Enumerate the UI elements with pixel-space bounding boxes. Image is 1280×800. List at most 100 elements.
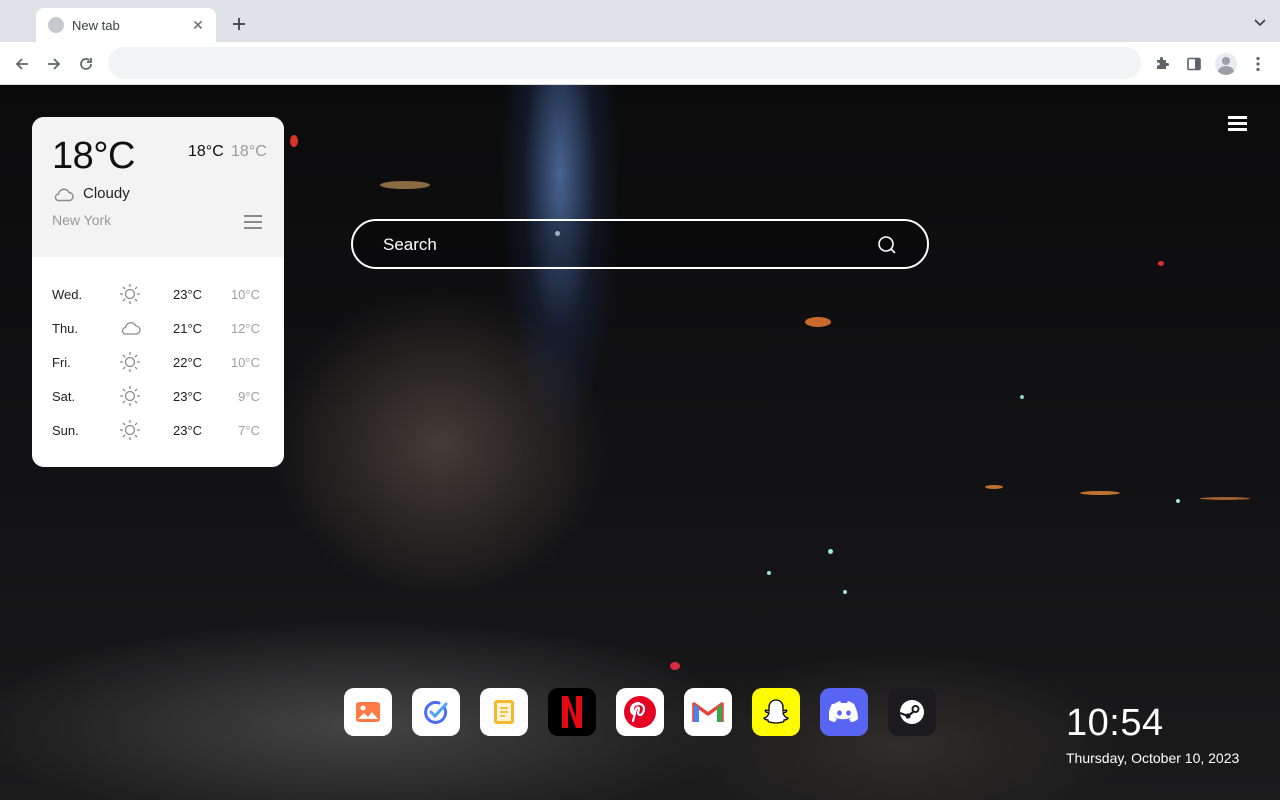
bg-light [670, 662, 680, 670]
new-tab-page: 18°C 18°C 18°C Cloudy New York Wed. 23°C… [0, 85, 1280, 800]
forecast-low: 9°C [238, 389, 260, 404]
forecast-row: Sun. 23°C 7°C [32, 413, 284, 447]
tab-strip: New tab ✕ [0, 0, 1280, 42]
dock-app-notes[interactable] [480, 688, 528, 736]
plus-icon [233, 18, 245, 30]
weather-current-panel: 18°C 18°C 18°C Cloudy New York [32, 117, 284, 257]
app-dock [344, 688, 956, 736]
tab-new-tab[interactable]: New tab ✕ [36, 8, 216, 42]
forward-button[interactable] [42, 52, 66, 76]
clock-time: 10:54 [1066, 702, 1164, 744]
side-panel-button[interactable] [1182, 52, 1206, 76]
forecast-day: Sun. [52, 423, 79, 438]
check-icon [424, 700, 448, 724]
gmail-icon [692, 702, 724, 722]
puzzle-icon [1157, 57, 1169, 69]
dock-app-discord[interactable] [820, 688, 868, 736]
profile-button[interactable] [1214, 52, 1238, 76]
dock-app-steam[interactable] [888, 688, 936, 736]
forecast-high: 21°C [173, 321, 203, 336]
tab-close-icon[interactable]: ✕ [190, 17, 206, 33]
forecast-low: 10°C [230, 287, 260, 302]
side-panel-icon [1187, 57, 1201, 71]
forecast-high: 23°C [173, 389, 203, 404]
forecast-high: 23°C [173, 287, 203, 302]
address-bar[interactable] [108, 47, 1141, 79]
image-icon [356, 702, 380, 722]
sun-icon [120, 386, 140, 406]
menu-line [1228, 122, 1247, 125]
dock-app-pinterest[interactable] [616, 688, 664, 736]
bg-light [1020, 395, 1024, 399]
forecast-row: Thu. 21°C 12°C [32, 311, 284, 345]
weather-forecast-list: Wed. 23°C 10°C Thu. 21°C 12°C Fri. 22°C … [32, 277, 284, 447]
weather-widget[interactable]: 18°C 18°C 18°C Cloudy New York Wed. 23°C… [32, 117, 284, 467]
dock-app-netflix[interactable] [548, 688, 596, 736]
forecast-row: Fri. 22°C 10°C [32, 345, 284, 379]
arrow-left-icon [15, 58, 28, 70]
sun-icon [120, 284, 140, 304]
bg-light [828, 549, 833, 554]
dock-app-gmail[interactable] [684, 688, 732, 736]
forecast-high: 22°C [173, 355, 203, 370]
pinterest-icon [624, 696, 656, 728]
dock-app-checkmark[interactable] [412, 688, 460, 736]
dock-app-photos[interactable] [344, 688, 392, 736]
weather-condition: Cloudy [52, 185, 130, 202]
cloud-icon [54, 188, 74, 201]
extensions-button[interactable] [1150, 52, 1174, 76]
sun-icon [120, 352, 140, 372]
clock-date: Thursday, October 10, 2023 [1066, 750, 1240, 766]
forecast-high: 23°C [173, 423, 203, 438]
tab-title: New tab [72, 17, 120, 33]
browser-menu-button[interactable] [1246, 52, 1270, 76]
sun-icon [120, 420, 140, 440]
forecast-row: Wed. 23°C 10°C [32, 277, 284, 311]
back-button[interactable] [10, 52, 34, 76]
browser-toolbar [0, 42, 1280, 85]
dock-app-snapchat[interactable] [752, 688, 800, 736]
bg-light [985, 485, 1003, 489]
search-input[interactable]: Search [351, 219, 929, 269]
bg-light [1080, 491, 1120, 495]
forecast-low: 10°C [230, 355, 260, 370]
reload-button[interactable] [74, 52, 98, 76]
reload-icon [80, 58, 92, 70]
steam-icon [899, 700, 924, 724]
chevron-down-icon [1254, 19, 1266, 27]
current-temperature: 18°C [52, 135, 135, 177]
arrow-right-icon [48, 58, 61, 70]
cloud-icon [121, 322, 141, 335]
city-name: New York [52, 212, 112, 228]
bg-light [843, 590, 847, 594]
bg-light [1200, 497, 1250, 500]
notes-icon [494, 700, 514, 724]
bg-light [805, 317, 831, 327]
discord-icon [829, 701, 858, 722]
tab-search-button[interactable] [1252, 15, 1268, 31]
forecast-low: 7°C [238, 423, 260, 438]
today-low-temperature: 18°C [231, 143, 267, 160]
forecast-row: Sat. 23°C 9°C [32, 379, 284, 413]
today-high-temperature: 18°C [188, 143, 224, 160]
forecast-day: Wed. [52, 287, 83, 302]
forecast-day: Sat. [52, 389, 76, 404]
forecast-low: 12°C [230, 321, 260, 336]
new-tab-button[interactable] [228, 13, 250, 35]
bg-light [290, 135, 298, 147]
avatar-icon [1215, 53, 1237, 75]
snapchat-icon [763, 699, 789, 724]
page-menu-icon[interactable] [1228, 116, 1250, 134]
bg-light [1158, 261, 1164, 266]
netflix-icon [562, 696, 582, 728]
weather-menu-icon[interactable] [243, 214, 263, 230]
menu-line [1228, 128, 1247, 131]
kebab-menu-icon [1256, 56, 1260, 72]
forecast-day: Fri. [52, 355, 71, 370]
condition-label: Cloudy [83, 185, 130, 202]
search-icon[interactable] [877, 235, 897, 255]
bg-light [767, 571, 771, 575]
bg-light [380, 181, 430, 189]
tab-favicon-icon [48, 17, 64, 33]
forecast-day: Thu. [52, 321, 79, 336]
